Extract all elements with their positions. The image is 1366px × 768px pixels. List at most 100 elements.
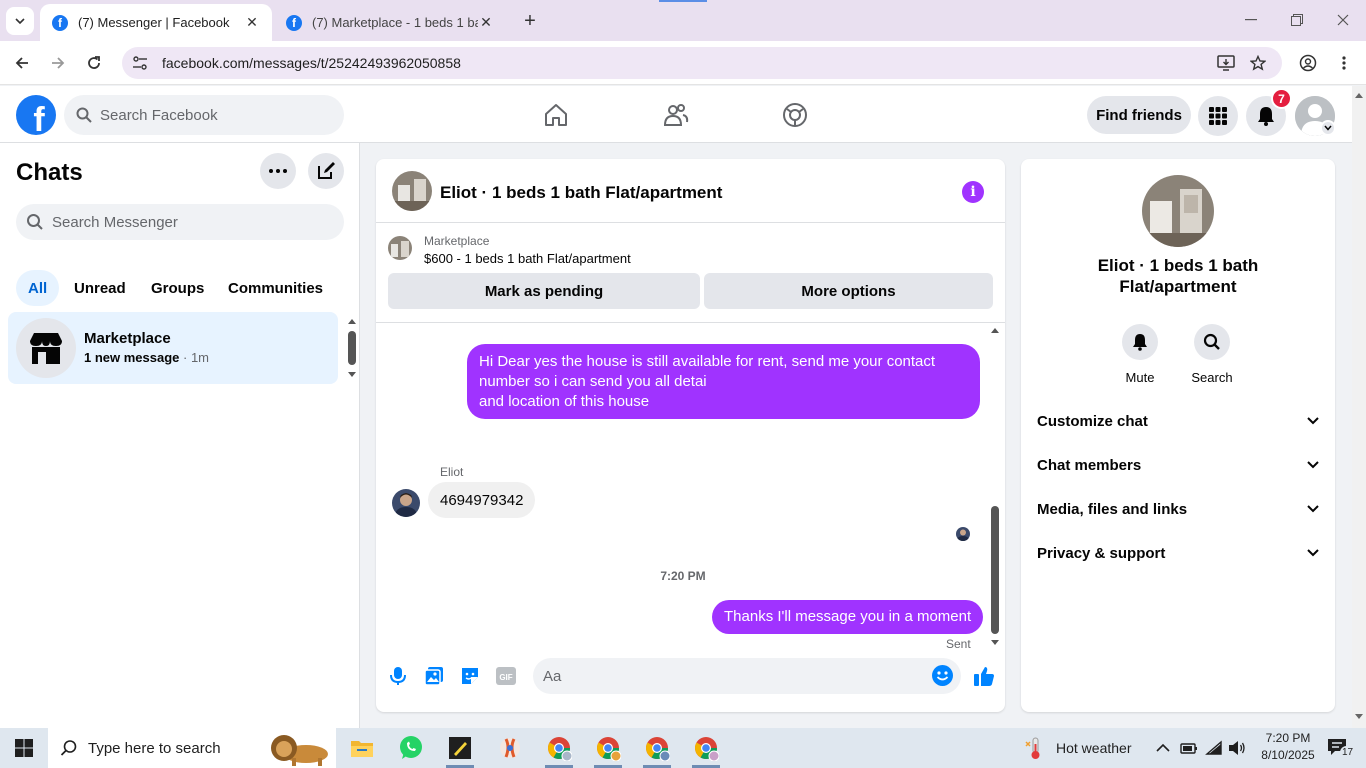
volume-control[interactable] [1228, 728, 1246, 768]
grid-menu-icon [1209, 107, 1227, 125]
tab-search-dropdown-button[interactable] [6, 7, 34, 35]
more-options-button[interactable]: More options [704, 273, 993, 309]
close-window-button[interactable] [1320, 0, 1366, 40]
taskbar-chrome-3[interactable] [633, 728, 681, 768]
taskbar-clock[interactable]: 7:20 PM 8/10/2025 [1254, 730, 1322, 764]
browser-menu-button[interactable] [1330, 49, 1358, 77]
taskbar-whatsapp[interactable] [387, 728, 435, 768]
chat-options-button[interactable] [260, 153, 296, 189]
gaming-nav-button[interactable] [780, 100, 810, 130]
taskbar-chrome-2[interactable] [584, 728, 632, 768]
sender-avatar[interactable] [392, 489, 420, 517]
action-center-button[interactable]: 17 [1326, 736, 1356, 760]
conversation-info-panel: Eliot · 1 beds 1 bath Flat/apartment Mut… [1021, 159, 1335, 712]
back-button[interactable] [8, 49, 36, 77]
network-status[interactable] [1205, 728, 1223, 768]
clock-time: 7:20 PM [1265, 731, 1311, 745]
chevron-up-icon [1156, 743, 1170, 752]
sticker-button[interactable] [456, 662, 484, 690]
media-files-links-section[interactable]: Media, files and links [1037, 497, 1319, 521]
chat-members-section[interactable]: Chat members [1037, 453, 1319, 477]
forward-button[interactable] [44, 49, 72, 77]
weather-widget[interactable]: Hot weather [1024, 728, 1131, 768]
chevron-down-icon [1324, 125, 1332, 131]
send-like-button[interactable] [970, 662, 998, 690]
voice-clip-button[interactable] [384, 662, 412, 690]
section-label: Chat members [1037, 456, 1142, 474]
facebook-logo[interactable]: f [16, 95, 56, 135]
speaker-icon [1229, 741, 1245, 755]
url-text[interactable]: facebook.com/messages/t/2524249396205085… [162, 55, 461, 71]
filter-communities[interactable]: Communities [216, 270, 335, 306]
browser-tab-messenger[interactable]: f (7) Messenger | Facebook ✕ [40, 4, 272, 41]
bookmark-button[interactable] [1244, 49, 1272, 77]
taskbar-file-explorer[interactable] [338, 728, 386, 768]
listing-title[interactable]: $600 - 1 beds 1 bath Flat/apartment [424, 251, 631, 266]
emoji-icon[interactable] [932, 665, 953, 686]
search-icon [27, 214, 43, 230]
thumbs-up-icon [974, 667, 994, 686]
show-hidden-icons-button[interactable] [1156, 728, 1170, 768]
mark-as-pending-button[interactable]: Mark as pending [388, 273, 700, 309]
conversation-info-icon[interactable]: i [962, 181, 984, 203]
attach-media-button[interactable] [420, 662, 448, 690]
facebook-search-input[interactable]: Search Facebook [64, 95, 344, 135]
chat-list-scrollbar[interactable] [345, 315, 359, 381]
outgoing-message[interactable]: Thanks I'll message you in a moment [712, 600, 984, 634]
customize-chat-section[interactable]: Customize chat [1037, 409, 1319, 433]
site-settings-icon[interactable] [126, 49, 154, 77]
minimize-icon [1245, 19, 1257, 21]
outgoing-message[interactable]: Hi Dear yes the house is still available… [467, 344, 980, 419]
friends-nav-button[interactable] [661, 100, 691, 130]
close-tab-icon[interactable]: ✕ [478, 14, 494, 31]
find-friends-button[interactable]: Find friends [1087, 96, 1191, 134]
filter-groups[interactable]: Groups [139, 270, 216, 306]
restore-window-button[interactable] [1274, 0, 1320, 40]
menu-button[interactable] [1198, 96, 1238, 136]
incoming-message[interactable]: 4694979342 [428, 482, 536, 518]
listing-avatar[interactable] [1142, 175, 1214, 247]
account-caret[interactable] [1320, 120, 1336, 136]
home-nav-button[interactable] [541, 100, 571, 130]
marketplace-label: Marketplace [424, 234, 490, 248]
message-list-scrollbar[interactable] [988, 324, 1002, 652]
search-highlight-lion-icon[interactable] [262, 732, 332, 766]
mute-action[interactable]: Mute [1110, 324, 1170, 385]
close-tab-icon[interactable]: ✕ [244, 14, 260, 31]
reload-button[interactable] [80, 49, 108, 77]
chat-list-item-marketplace[interactable]: Marketplace 1 new message · 1m [8, 312, 338, 384]
browser-tab-marketplace[interactable]: f (7) Marketplace - 1 beds 1 bath Flat/a… [274, 4, 506, 41]
conversation-title[interactable]: Eliot · 1 beds 1 bath Flat/apartment [440, 183, 722, 203]
profile-button[interactable] [1294, 49, 1322, 77]
messenger-search-input[interactable]: Search Messenger [16, 204, 344, 240]
taskbar-chrome-4[interactable] [682, 728, 730, 768]
reload-icon [88, 56, 100, 69]
page-scrollbar[interactable] [1352, 86, 1366, 728]
new-message-button[interactable] [308, 153, 344, 189]
privacy-support-section[interactable]: Privacy & support [1037, 541, 1319, 565]
marketplace-icon [16, 318, 76, 378]
search-conversation-action[interactable]: Search [1182, 324, 1242, 385]
filter-unread[interactable]: Unread [62, 270, 138, 306]
taskbar-app-sticky[interactable] [436, 728, 484, 768]
message-input[interactable]: Aa [533, 658, 961, 694]
omnibox[interactable]: facebook.com/messages/t/2524249396205085… [122, 47, 1282, 79]
section-label: Media, files and links [1037, 500, 1188, 518]
battery-status[interactable] [1180, 728, 1198, 768]
search-placeholder: Search Messenger [52, 213, 178, 231]
taskbar-chrome-1[interactable] [535, 728, 583, 768]
chrome-icon [597, 737, 621, 761]
new-tab-button[interactable]: + [518, 9, 542, 33]
filter-all[interactable]: All [16, 270, 60, 306]
scrollbar-arrows [1355, 93, 1363, 719]
taskbar-app-media[interactable] [486, 728, 534, 768]
gif-icon: GIF [496, 667, 516, 685]
search-icon [60, 740, 77, 756]
chrome-icon [695, 737, 719, 761]
install-app-button[interactable] [1212, 49, 1240, 77]
conversation-avatar[interactable] [392, 171, 432, 211]
gif-button[interactable]: GIF [492, 662, 520, 690]
listing-thumbnail[interactable] [388, 236, 412, 260]
minimize-window-button[interactable] [1228, 0, 1274, 40]
start-button[interactable] [0, 728, 48, 768]
